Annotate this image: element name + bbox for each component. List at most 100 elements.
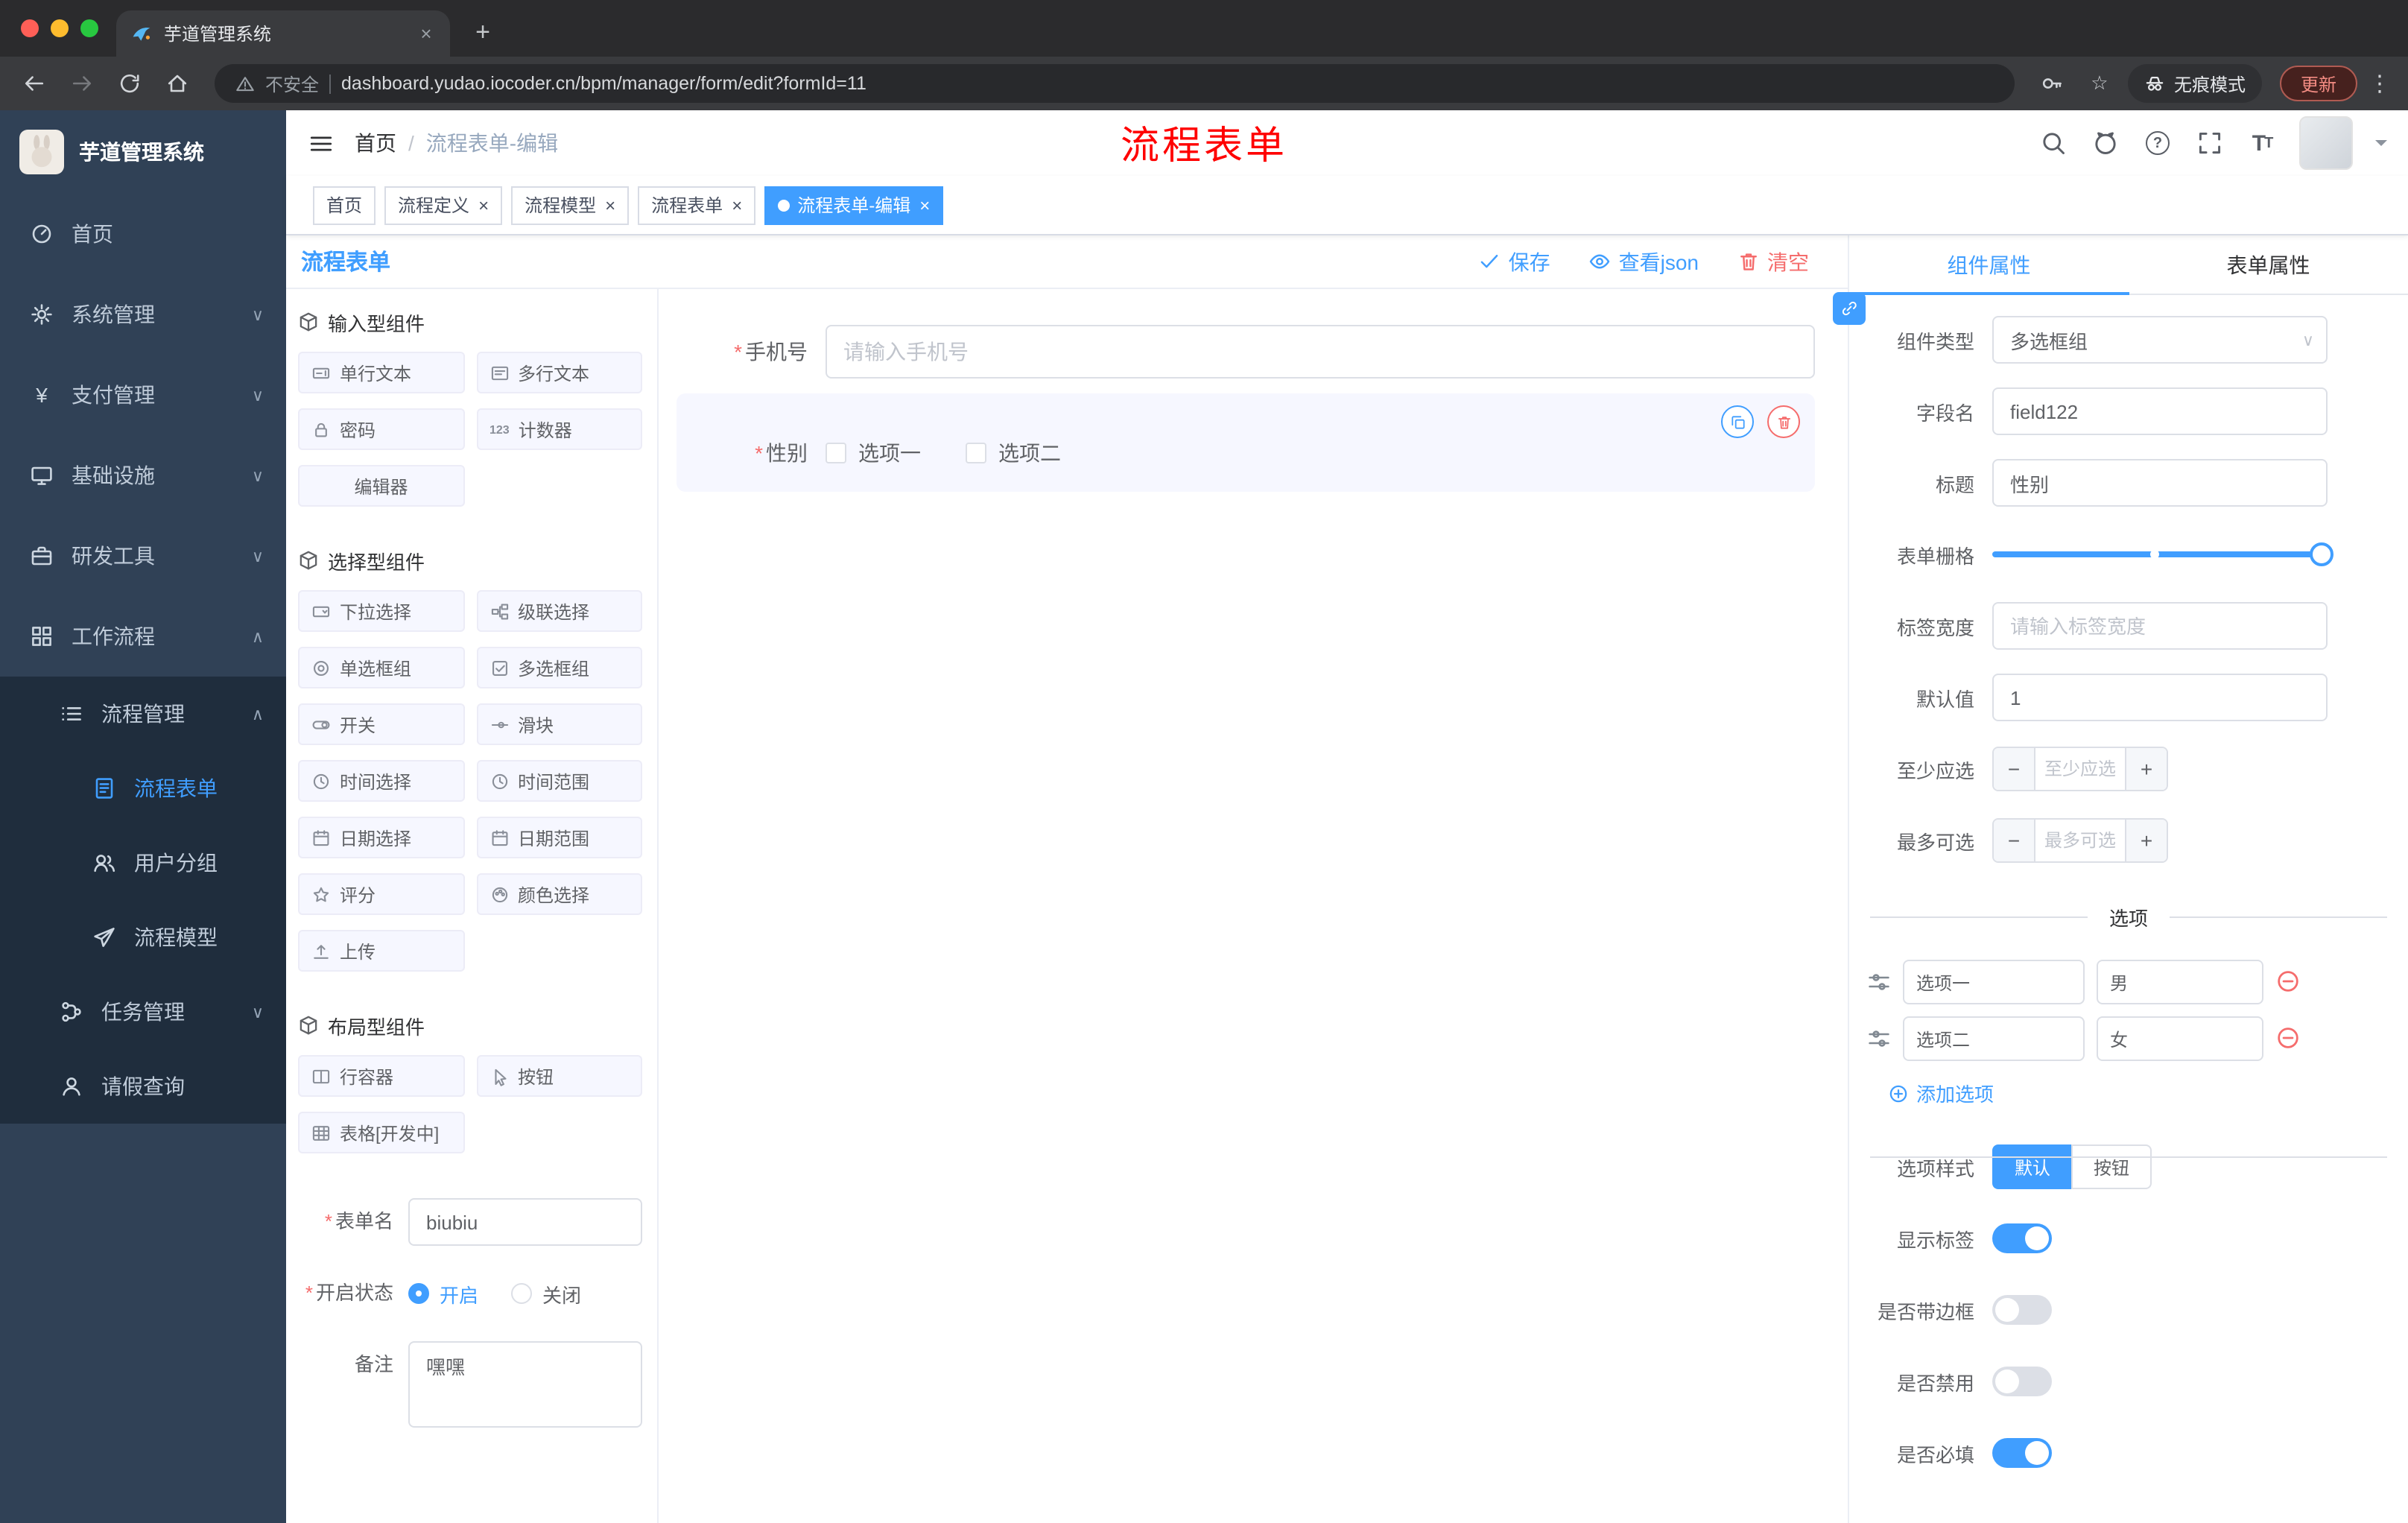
field-name-input[interactable] [1992,387,2328,435]
fullscreen-icon[interactable] [2195,128,2225,158]
form-remark-textarea[interactable]: 嘿嘿 [408,1341,642,1428]
min-select-stepper[interactable]: − + [1992,747,2168,791]
back-button[interactable] [15,64,54,103]
palette-item-single-line-text[interactable]: 单行文本 [298,352,464,393]
new-tab-button[interactable]: + [465,18,501,48]
forward-button[interactable] [63,64,101,103]
palette-item-upload[interactable]: 上传 [298,930,464,972]
window-close-button[interactable] [21,19,39,37]
palette-item-dropdown-select[interactable]: 下拉选择 [298,590,464,632]
window-zoom-button[interactable] [80,19,98,37]
max-select-input[interactable] [2035,820,2125,861]
sidebar-item-payment[interactable]: ¥ 支付管理 ∨ [0,355,286,435]
palette-item-radio-group[interactable]: 单选框组 [298,647,464,688]
status-on-radio[interactable]: 开启 [408,1279,478,1308]
max-select-stepper[interactable]: − + [1992,818,2168,863]
reload-button[interactable] [110,64,149,103]
palette-item-password[interactable]: 密码 [298,408,464,450]
link-anchor-icon[interactable] [1833,292,1866,325]
style-button-button[interactable]: 按钮 [2071,1144,2152,1189]
gender-option1-checkbox[interactable]: 选项一 [826,438,921,468]
gender-option2-checkbox[interactable]: 选项二 [966,438,1061,468]
sidebar-item-user-group[interactable]: 用户分组 [0,826,286,900]
min-select-input[interactable] [2035,748,2125,790]
github-icon[interactable] [2091,128,2120,158]
bookmark-star-icon[interactable]: ☆ [2080,64,2119,103]
add-option-link[interactable]: 添加选项 [1888,1079,2408,1107]
tag-process-form[interactable]: 流程表单 × [638,186,756,224]
drag-handle-icon[interactable] [1867,1027,1891,1051]
palette-item-rate[interactable]: 评分 [298,873,464,915]
option-value-input[interactable] [2097,960,2263,1004]
increase-icon[interactable]: + [2125,820,2167,861]
palette-item-row-container[interactable]: 行容器 [298,1055,464,1097]
address-bar[interactable]: 不安全 dashboard.yudao.iocoder.cn/bpm/manag… [215,64,2015,103]
phone-input[interactable] [826,325,1815,379]
required-toggle[interactable] [1992,1438,2052,1468]
sidebar-item-task-management[interactable]: 任务管理 ∨ [0,975,286,1049]
palette-item-counter[interactable]: 123 计数器 [476,408,642,450]
sidebar-item-process-management[interactable]: 流程管理 ∧ [0,677,286,751]
browser-menu-icon[interactable]: ⋮ [2366,70,2393,97]
view-json-button[interactable]: 查看json [1589,247,1699,276]
palette-item-multi-line-text[interactable]: 多行文本 [476,352,642,393]
sidebar-item-process-model[interactable]: 流程模型 [0,900,286,975]
palette-item-editor[interactable]: 编辑器 [298,465,464,507]
palette-item-table[interactable]: 表格[开发中] [298,1112,464,1153]
slider-knob[interactable] [2310,542,2333,566]
tab-close-icon[interactable]: × [414,22,438,45]
copy-component-button[interactable] [1721,405,1754,438]
tag-process-model[interactable]: 流程模型 × [511,186,630,224]
default-value-input[interactable] [1992,674,2328,721]
avatar[interactable] [2299,116,2353,170]
sidebar-item-home[interactable]: 首页 [0,194,286,274]
tag-close-icon[interactable]: × [478,196,489,214]
component-type-select[interactable]: 多选框组 ∨ [1992,316,2328,364]
palette-item-date-picker[interactable]: 日期选择 [298,817,464,858]
style-default-button[interactable]: 默认 [1992,1144,2072,1189]
tab-component-props[interactable]: 组件属性 [1849,235,2129,295]
border-toggle[interactable] [1992,1295,2052,1325]
canvas-field-phone[interactable]: * 手机号 [677,325,1815,379]
status-off-radio[interactable]: 关闭 [511,1279,581,1308]
clear-button[interactable]: 清空 [1737,247,1809,276]
help-icon[interactable]: ? [2143,128,2173,158]
update-button[interactable]: 更新 [2279,66,2357,101]
sidebar-item-infrastructure[interactable]: 基础设施 ∨ [0,435,286,516]
option-value-input[interactable] [2097,1016,2263,1061]
search-icon[interactable] [2038,128,2068,158]
show-label-toggle[interactable] [1992,1223,2052,1253]
sidebar-item-leave-query[interactable]: 请假查询 [0,1049,286,1124]
home-button[interactable] [158,64,197,103]
option-name-input[interactable] [1903,1016,2085,1061]
sidebar-item-system[interactable]: 系统管理 ∨ [0,274,286,355]
breadcrumb-home[interactable]: 首页 [355,128,396,158]
increase-icon[interactable]: + [2125,748,2167,790]
sidebar-item-devtools[interactable]: 研发工具 ∨ [0,516,286,596]
form-name-input[interactable] [408,1198,642,1246]
title-input[interactable] [1992,459,2328,507]
decrease-icon[interactable]: − [1994,820,2035,861]
disabled-toggle[interactable] [1992,1367,2052,1396]
grid-slider[interactable] [1992,531,2333,578]
option-name-input[interactable] [1903,960,2085,1004]
tag-process-definition[interactable]: 流程定义 × [384,186,503,224]
remove-option-icon[interactable] [2275,1025,2302,1052]
remove-option-icon[interactable] [2275,969,2302,995]
sidebar-item-workflow[interactable]: 工作流程 ∧ [0,596,286,677]
sidebar-toggle-icon[interactable] [286,110,355,176]
window-minimize-button[interactable] [51,19,69,37]
delete-component-button[interactable] [1767,405,1800,438]
tab-form-props[interactable]: 表单属性 [2129,235,2408,294]
canvas-field-gender-selected[interactable]: * 性别 选项一 选项二 [677,393,1815,492]
label-width-input[interactable] [1992,602,2328,650]
decrease-icon[interactable]: − [1994,748,2035,790]
palette-item-switch[interactable]: 开关 [298,703,464,745]
tag-close-icon[interactable]: × [732,196,742,214]
font-size-icon[interactable]: TT [2247,128,2277,158]
browser-tab[interactable]: 芋道管理系统 × [116,10,450,57]
palette-item-time-range[interactable]: 时间范围 [476,760,642,802]
password-key-icon[interactable] [2032,64,2071,103]
save-button[interactable]: 保存 [1479,247,1550,276]
palette-item-date-range[interactable]: 日期范围 [476,817,642,858]
